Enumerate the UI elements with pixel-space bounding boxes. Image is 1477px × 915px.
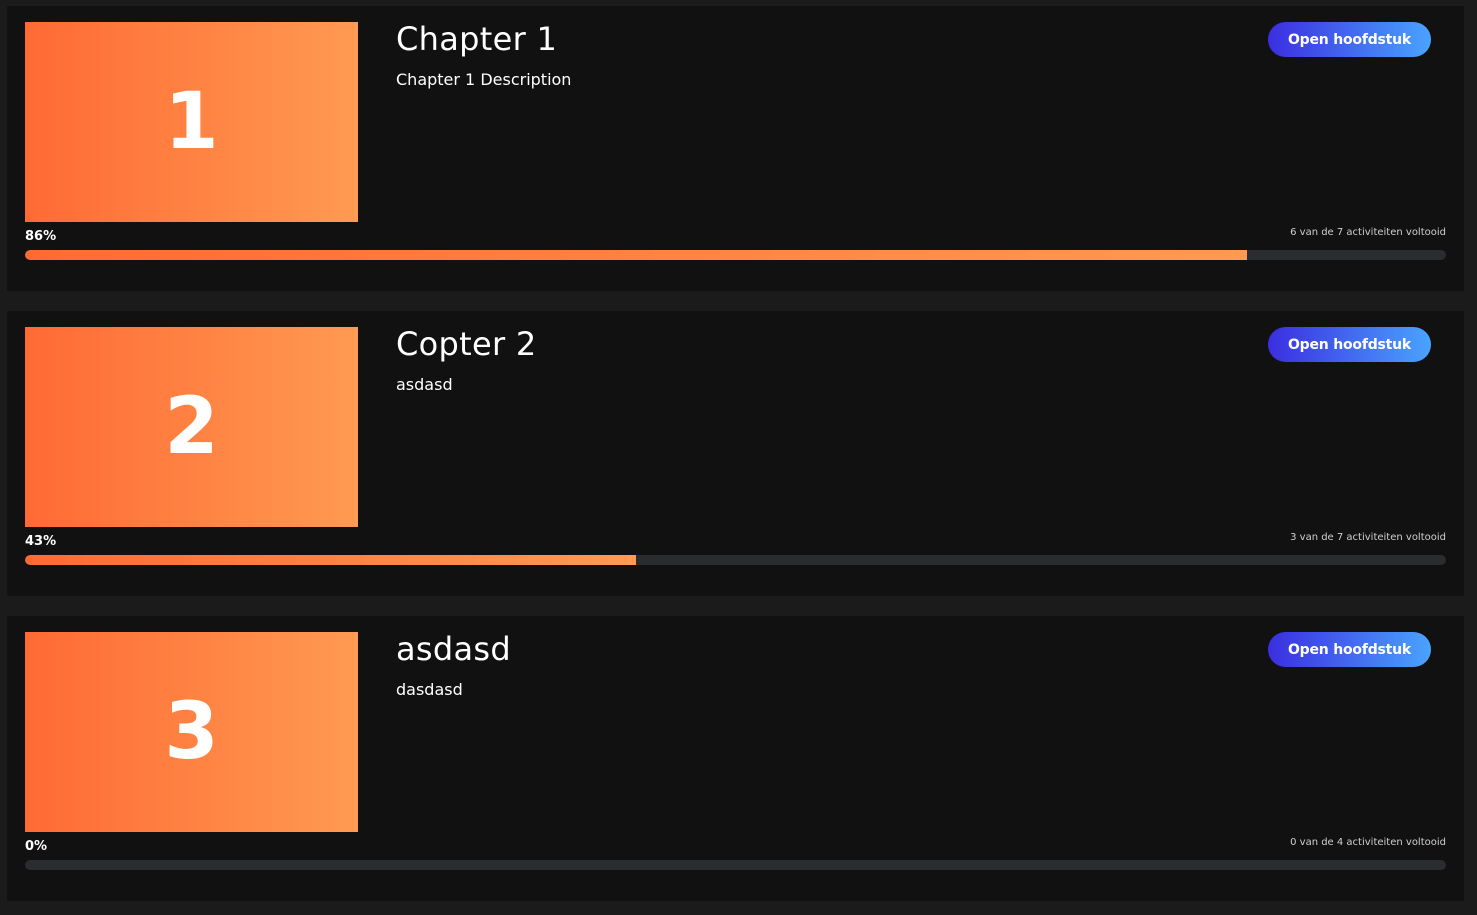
chapter-description: dasdasd xyxy=(396,680,463,699)
progress-bar xyxy=(25,860,1446,870)
chapter-list: 1 Chapter 1 Chapter 1 Description Open h… xyxy=(0,0,1477,915)
chapter-number: 2 xyxy=(164,382,219,472)
chapter-number: 3 xyxy=(164,687,219,777)
progress-bar-fill xyxy=(25,555,637,565)
open-chapter-button[interactable]: Open hoofdstuk xyxy=(1268,632,1431,667)
activities-completed: 6 van de 7 activiteiten voltooid xyxy=(1290,227,1446,238)
activities-completed: 3 van de 7 activiteiten voltooid xyxy=(1290,532,1446,543)
progress-percent: 43% xyxy=(25,534,57,549)
open-chapter-button[interactable]: Open hoofdstuk xyxy=(1268,327,1431,362)
chapter-thumbnail: 1 xyxy=(25,22,358,222)
chapter-title: asdasd xyxy=(396,630,511,668)
chapter-card: 3 asdasd dasdasd Open hoofdstuk 0% 0 van… xyxy=(7,616,1464,901)
chapter-description: Chapter 1 Description xyxy=(396,70,572,89)
chapter-description: asdasd xyxy=(396,375,453,394)
chapter-card: 1 Chapter 1 Chapter 1 Description Open h… xyxy=(7,6,1464,291)
activities-completed: 0 van de 4 activiteiten voltooid xyxy=(1290,837,1446,848)
chapter-thumbnail: 3 xyxy=(25,632,358,832)
progress-bar-fill xyxy=(25,250,1248,260)
open-chapter-button[interactable]: Open hoofdstuk xyxy=(1268,22,1431,57)
chapter-title: Chapter 1 xyxy=(396,20,558,58)
progress-percent: 0% xyxy=(25,839,48,854)
progress-percent: 86% xyxy=(25,229,57,244)
chapter-number: 1 xyxy=(164,77,219,167)
progress-bar xyxy=(25,250,1446,260)
chapter-thumbnail: 2 xyxy=(25,327,358,527)
chapter-title: Copter 2 xyxy=(396,325,537,363)
chapter-card: 2 Copter 2 asdasd Open hoofdstuk 43% 3 v… xyxy=(7,311,1464,596)
progress-bar xyxy=(25,555,1446,565)
